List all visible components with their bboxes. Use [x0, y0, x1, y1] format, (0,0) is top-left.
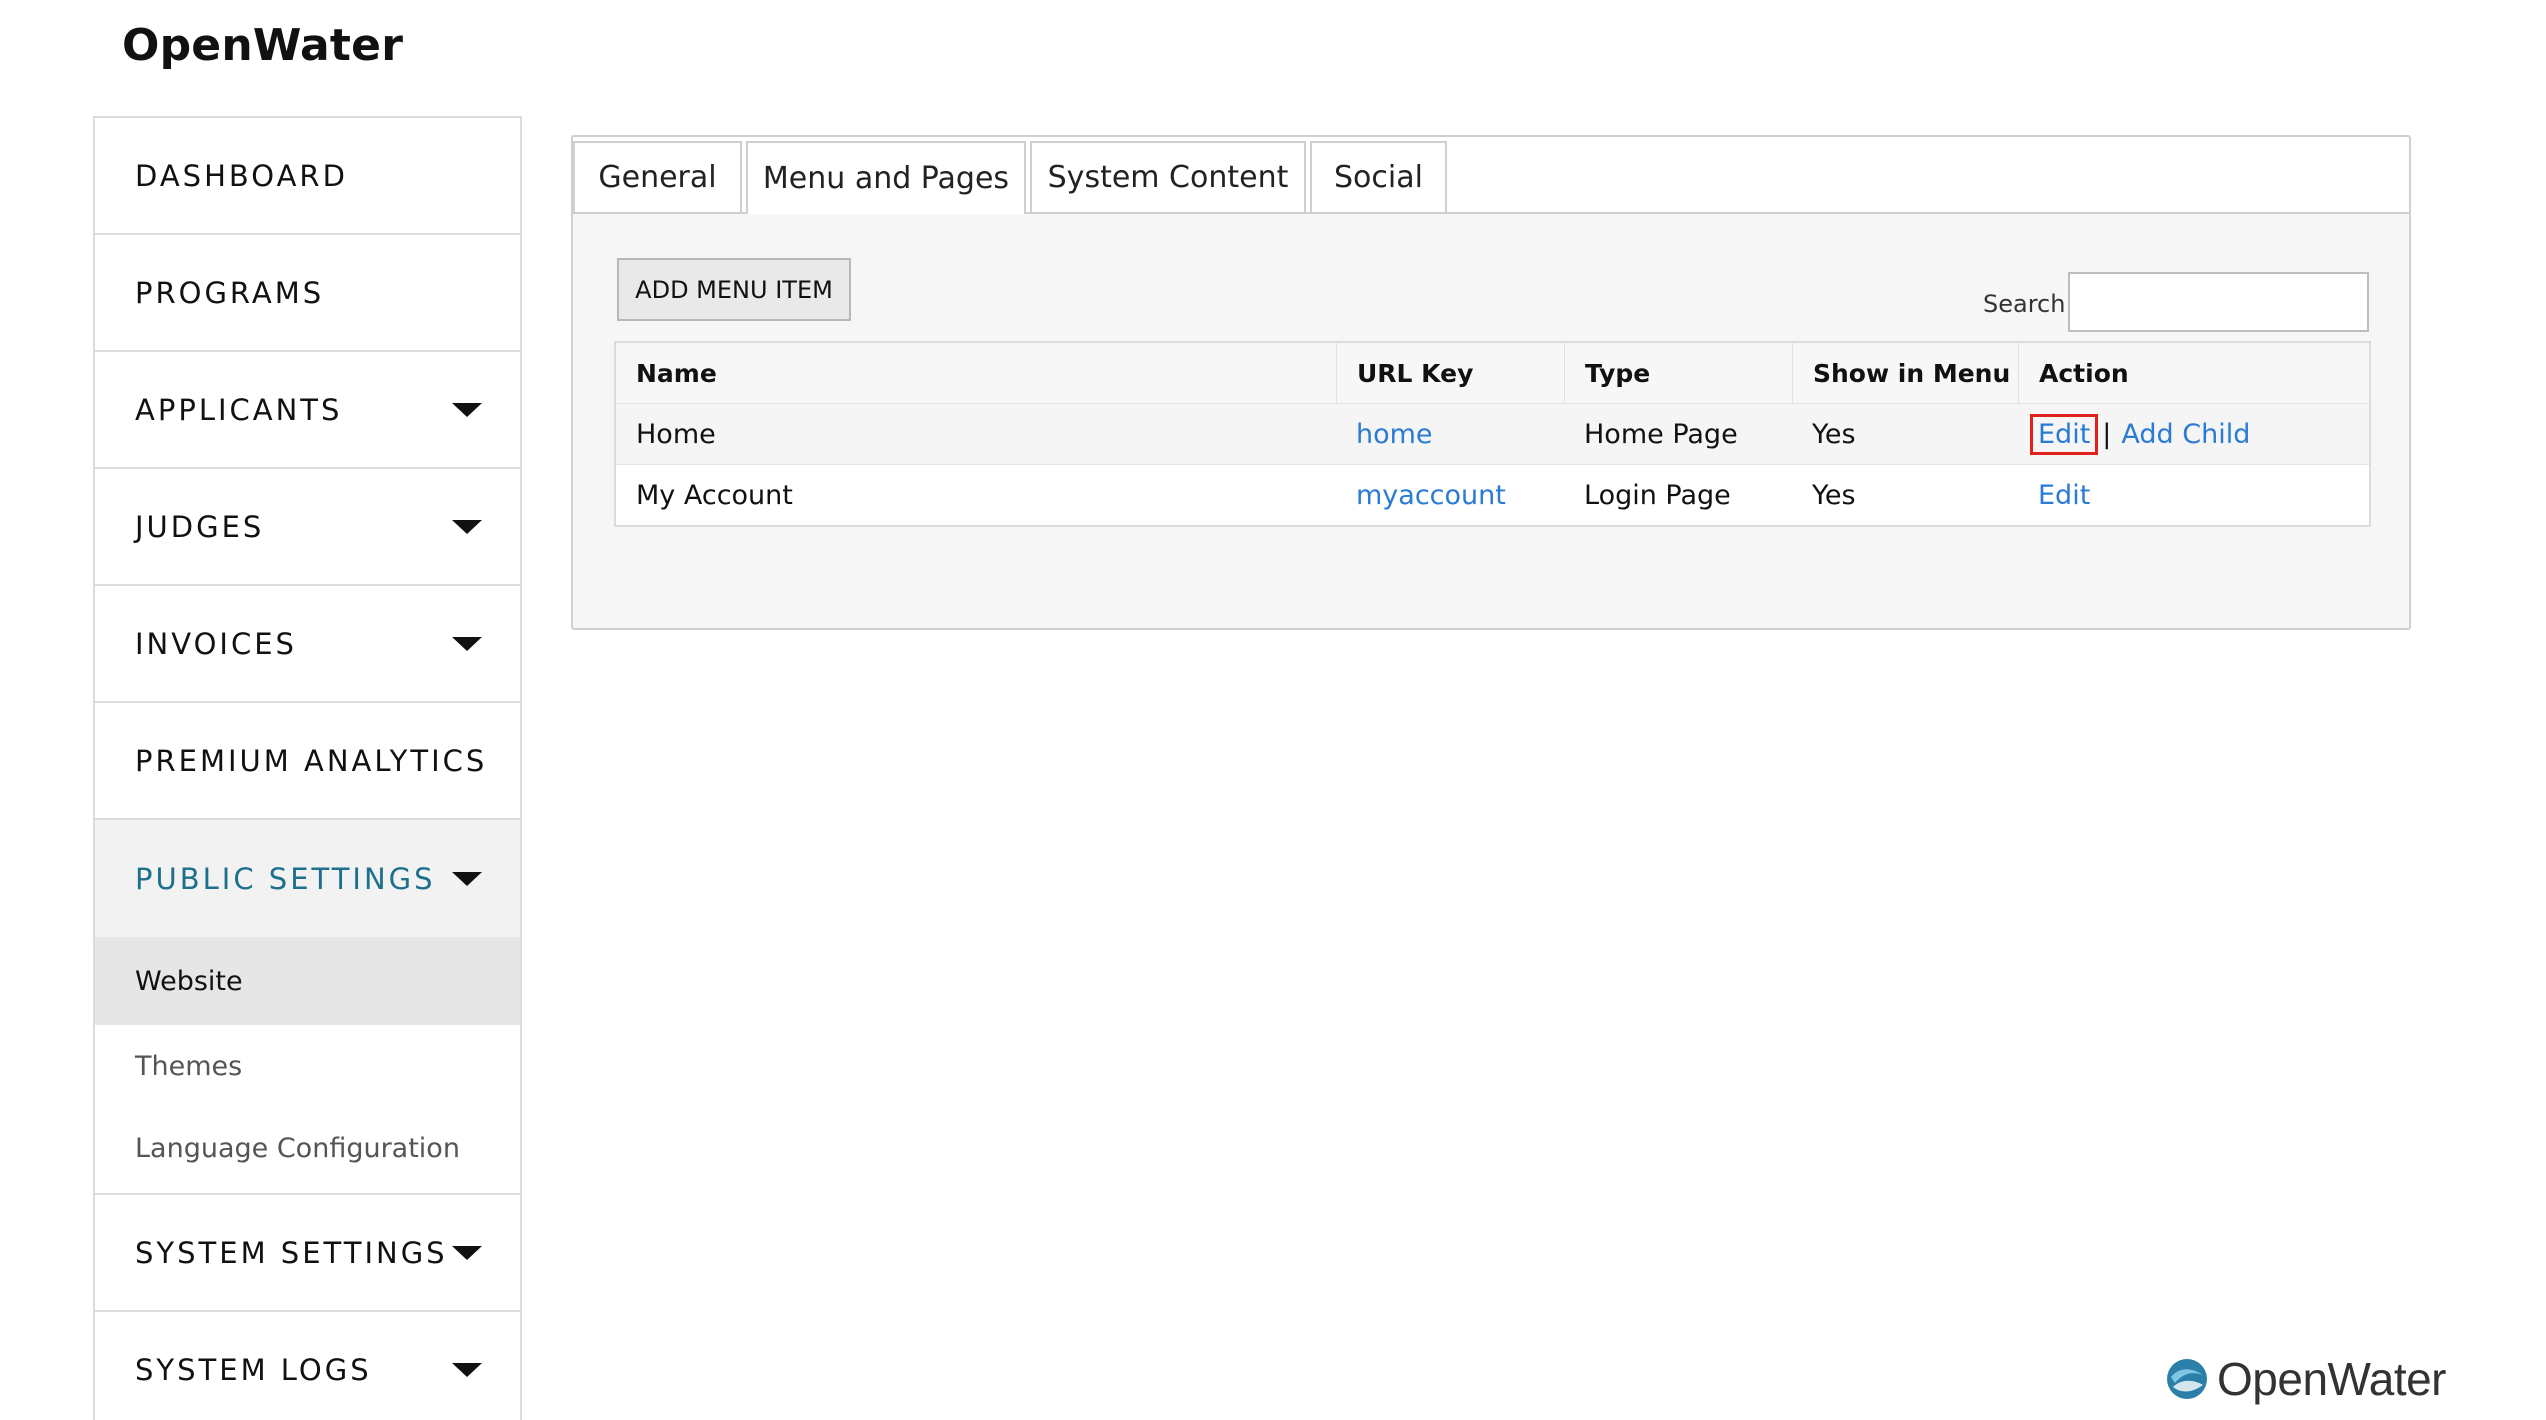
tab-bar: General Menu and Pages System Content So…: [573, 137, 2409, 214]
chevron-down-icon[interactable]: [452, 1362, 482, 1377]
tab-social[interactable]: Social: [1310, 141, 1447, 212]
table-row: Home home Home Page Yes Edit | Add Child: [616, 404, 2369, 465]
subnav-website[interactable]: Website: [95, 937, 520, 1025]
nav-label: PROGRAMS: [135, 275, 325, 310]
chevron-down-icon[interactable]: [452, 636, 482, 651]
public-settings-submenu: Website Themes Language Configuration: [95, 937, 520, 1195]
menu-items-table: Name URL Key Type Show in Menu Action Ho…: [614, 341, 2371, 527]
table-header: Name URL Key Type Show in Menu Action: [616, 343, 2369, 404]
edit-link[interactable]: Edit: [2030, 413, 2099, 455]
column-header-url-key[interactable]: URL Key: [1336, 343, 1564, 403]
nav-label: APPLICANTS: [135, 392, 343, 427]
nav-system-settings[interactable]: SYSTEM SETTINGS: [95, 1195, 520, 1312]
nav-judges[interactable]: JUDGES: [95, 469, 520, 586]
column-header-name[interactable]: Name: [616, 343, 1336, 403]
nav-label: PREMIUM ANALYTICS: [135, 743, 488, 778]
url-key-link[interactable]: home: [1356, 419, 1433, 450]
openwater-logo-icon: [2167, 1359, 2207, 1399]
nav-label: SYSTEM LOGS: [135, 1352, 372, 1387]
edit-link[interactable]: Edit: [2038, 480, 2090, 511]
nav-label: PUBLIC SETTINGS: [135, 861, 436, 896]
tab-general[interactable]: General: [573, 141, 742, 212]
cell-type: Home Page: [1584, 418, 1738, 450]
search-label: Search:: [1983, 290, 2074, 318]
nav-programs[interactable]: PROGRAMS: [95, 235, 520, 352]
column-header-show-in-menu[interactable]: Show in Menu: [1792, 343, 2018, 403]
column-header-type[interactable]: Type: [1564, 343, 1792, 403]
cell-name: My Account: [636, 479, 793, 511]
cell-action: Edit | Add Child: [2018, 404, 2371, 464]
subnav-language-configuration[interactable]: Language Configuration: [95, 1107, 520, 1189]
search-input[interactable]: [2068, 272, 2369, 332]
nav-invoices[interactable]: INVOICES: [95, 586, 520, 703]
footer-logo: OpenWater: [2165, 1352, 2447, 1406]
tab-system-content[interactable]: System Content: [1030, 141, 1306, 212]
nav-premium-analytics[interactable]: PREMIUM ANALYTICS: [95, 703, 520, 820]
website-settings-panel: General Menu and Pages System Content So…: [571, 135, 2411, 630]
url-key-link[interactable]: myaccount: [1356, 480, 1506, 511]
cell-show-in-menu: Yes: [1812, 479, 1856, 511]
chevron-down-icon[interactable]: [452, 402, 482, 417]
app-title: OpenWater: [122, 20, 404, 71]
nav-label: JUDGES: [135, 509, 265, 544]
nav-label: DASHBOARD: [135, 158, 348, 193]
cell-url-key: myaccount: [1336, 465, 1564, 525]
nav-label: INVOICES: [135, 626, 297, 661]
subnav-themes[interactable]: Themes: [95, 1025, 520, 1107]
sidebar: DASHBOARD PROGRAMS APPLICANTS JUDGES INV…: [93, 116, 522, 1420]
nav-label: SYSTEM SETTINGS: [135, 1235, 448, 1270]
chevron-down-icon[interactable]: [452, 519, 482, 534]
cell-type: Login Page: [1584, 479, 1731, 511]
tab-menu-and-pages[interactable]: Menu and Pages: [746, 141, 1026, 214]
column-header-action: Action: [2018, 343, 2371, 403]
cell-show-in-menu: Yes: [1812, 418, 1856, 450]
chevron-down-icon[interactable]: [452, 1245, 482, 1260]
cell-name: Home: [636, 418, 716, 450]
footer-logo-text: OpenWater: [2217, 1353, 2447, 1405]
cell-action: Edit: [2018, 465, 2371, 525]
nav-system-logs[interactable]: SYSTEM LOGS: [95, 1312, 520, 1420]
nav-applicants[interactable]: APPLICANTS: [95, 352, 520, 469]
nav-public-settings[interactable]: PUBLIC SETTINGS: [95, 820, 520, 937]
cell-url-key: home: [1336, 404, 1564, 464]
add-child-link[interactable]: Add Child: [2121, 419, 2250, 450]
action-separator: |: [2102, 418, 2112, 450]
table-row: My Account myaccount Login Page Yes Edit: [616, 465, 2369, 525]
nav-dashboard[interactable]: DASHBOARD: [95, 118, 520, 235]
chevron-down-icon[interactable]: [452, 871, 482, 886]
add-menu-item-button[interactable]: ADD MENU ITEM: [617, 258, 851, 321]
